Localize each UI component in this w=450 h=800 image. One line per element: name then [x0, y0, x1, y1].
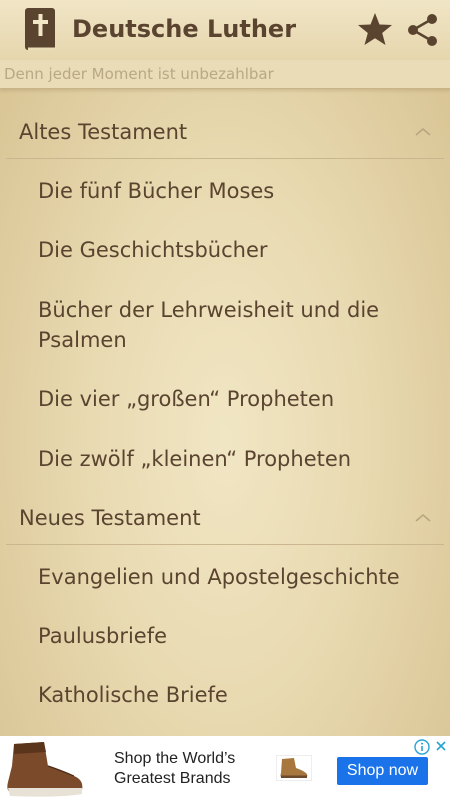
- list-item-catholic-epistles[interactable]: Katholische Briefe: [0, 680, 450, 710]
- list-item-wisdom-books[interactable]: Bücher der Lehrweisheit und die Psalmen: [0, 295, 450, 355]
- section-header-old-testament[interactable]: Altes Testament: [6, 106, 444, 159]
- list-item-label: Die zwölf „kleinen“ Propheten: [38, 447, 352, 471]
- chevron-up-icon: [415, 514, 431, 522]
- share-icon[interactable]: [404, 11, 442, 49]
- list-item-label: Katholische Briefe: [38, 683, 228, 707]
- list-item-pauline-epistles[interactable]: Paulusbriefe: [0, 621, 450, 651]
- app-bar: Deutsche Luther: [0, 0, 450, 61]
- list-item-label: Die fünf Bücher Moses: [38, 179, 275, 203]
- subtitle-bar: Denn jeder Moment ist unbezahlbar: [0, 60, 450, 89]
- list-item-label: Evangelien und Apostelgeschichte: [38, 565, 400, 589]
- list-item-history-books[interactable]: Die Geschichtsbücher: [0, 235, 450, 265]
- app-title: Deutsche Luther: [72, 15, 297, 43]
- bible-icon[interactable]: [24, 8, 58, 52]
- list-item-label: Bücher der Lehrweisheit und die Psalmen: [38, 298, 380, 352]
- list-item-label: Die Geschichtsbücher: [38, 238, 268, 262]
- ad-text[interactable]: Shop the World’s Greatest Brands: [114, 749, 264, 789]
- list-item-books-of-moses[interactable]: Die fünf Bücher Moses: [0, 176, 450, 206]
- list-item-minor-prophets[interactable]: Die zwölf „kleinen“ Propheten: [0, 444, 450, 474]
- info-icon[interactable]: [414, 739, 430, 755]
- list-item-label: Paulusbriefe: [38, 624, 168, 648]
- section-label: Altes Testament: [19, 120, 188, 144]
- brown-boot-image[interactable]: [0, 736, 88, 800]
- boot-thumbnail-image[interactable]: [276, 755, 312, 781]
- chevron-up-icon: [415, 128, 431, 136]
- star-icon[interactable]: [356, 11, 394, 49]
- list-item-major-prophets[interactable]: Die vier „großen“ Propheten: [0, 384, 450, 414]
- app-subtitle: Denn jeder Moment ist unbezahlbar: [4, 65, 274, 83]
- list-item-gospels-acts[interactable]: Evangelien und Apostelgeschichte: [0, 562, 450, 592]
- list-item-label: Die vier „großen“ Propheten: [38, 387, 335, 411]
- section-header-new-testament[interactable]: Neues Testament: [6, 492, 444, 545]
- shop-now-button[interactable]: Shop now: [337, 757, 428, 785]
- close-icon[interactable]: [434, 739, 448, 753]
- section-label: Neues Testament: [19, 506, 201, 530]
